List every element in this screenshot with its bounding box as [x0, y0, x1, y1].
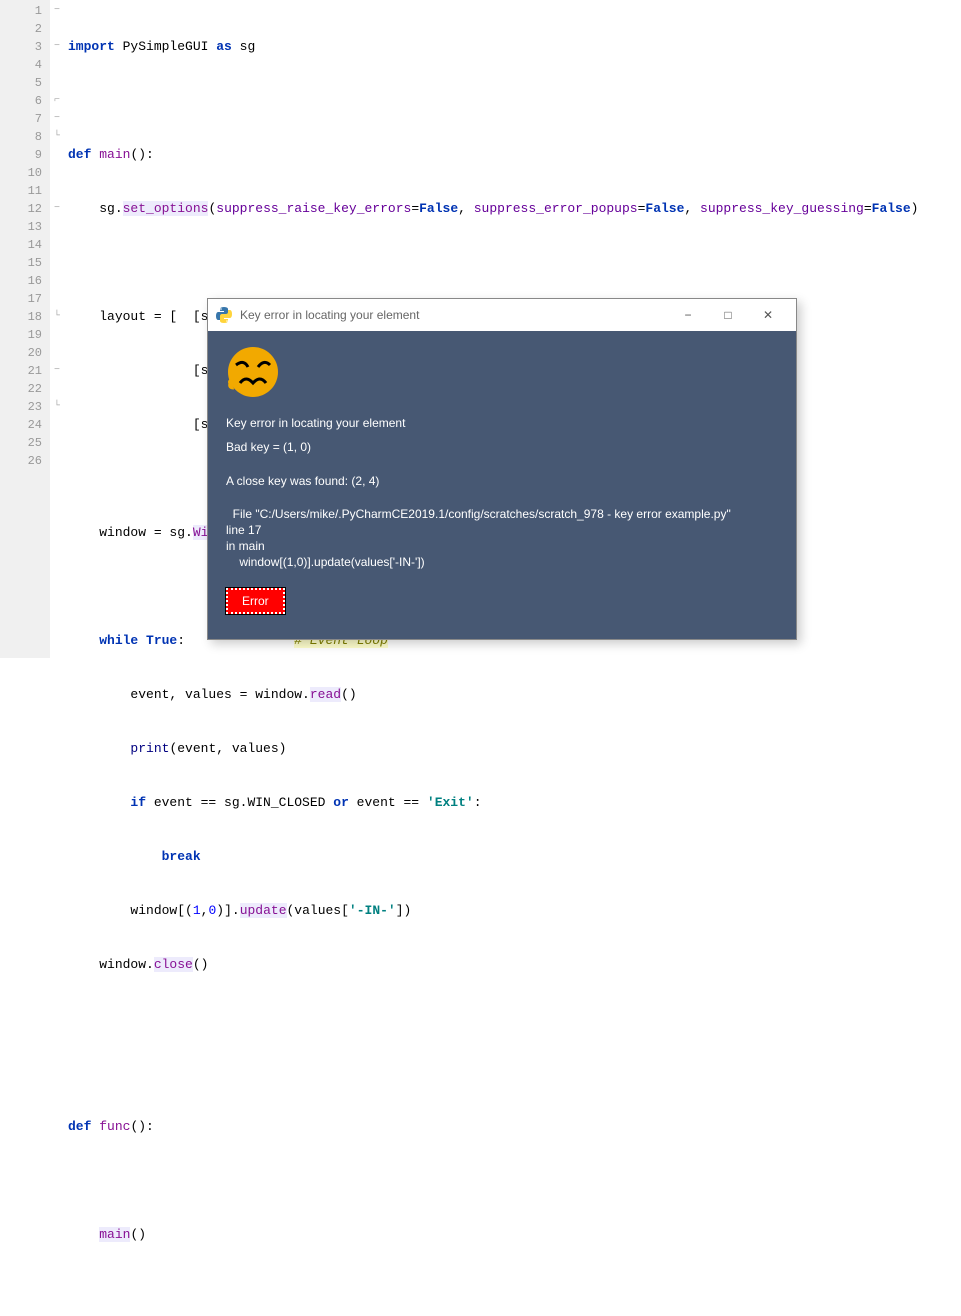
maximize-button[interactable]: □ — [708, 308, 748, 322]
error-message-2: Bad key = (1, 0) — [226, 440, 778, 454]
popup-body: Key error in locating your element Bad k… — [208, 331, 796, 639]
error-message-1: Key error in locating your element — [226, 416, 778, 430]
popup-title: Key error in locating your element — [240, 308, 668, 322]
fold-column: −− ⌐−└ − └− └ — [50, 0, 64, 658]
line-number-gutter: 123 456 789 101112 131415 161718 192021 … — [0, 0, 50, 658]
frustrated-emoji-icon — [226, 345, 280, 399]
close-key-message: A close key was found: (2, 4) — [226, 474, 778, 488]
python-icon — [216, 307, 232, 323]
popup-titlebar[interactable]: Key error in locating your element − □ ✕ — [208, 299, 796, 331]
minimize-button[interactable]: − — [668, 308, 708, 322]
error-button[interactable]: Error — [226, 588, 285, 614]
close-button[interactable]: ✕ — [748, 308, 788, 322]
traceback-text: File "C:/Users/mike/.PyCharmCE2019.1/con… — [226, 506, 778, 570]
error-popup: Key error in locating your element − □ ✕… — [207, 298, 797, 640]
